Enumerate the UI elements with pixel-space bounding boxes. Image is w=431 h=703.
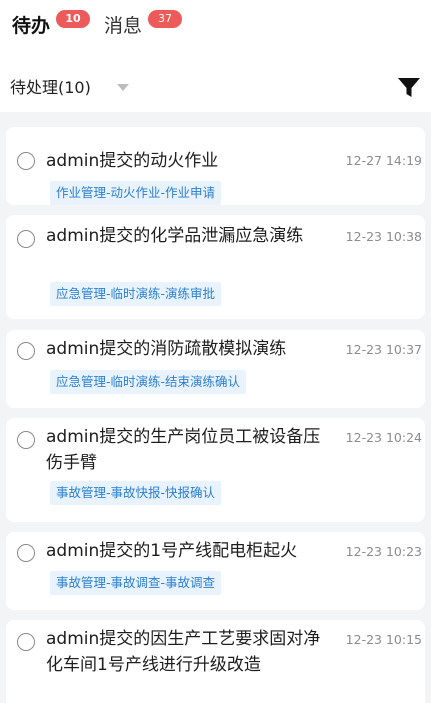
- task-title: admin提交的动火作业: [46, 151, 219, 171]
- task-card[interactable]: admin提交的生产岗位员工被设备压伤手臂 12-23 10:24 事故管理-事…: [6, 418, 425, 522]
- filter-bar: 待处理(10): [0, 70, 431, 108]
- task-title: admin提交的生产岗位员工被设备压伤手臂: [46, 427, 321, 473]
- tab-todo-badge: 10: [56, 10, 90, 28]
- task-path-tag: 应急管理-临时演练-结束演练确认: [50, 370, 247, 394]
- funnel-icon[interactable]: [396, 76, 422, 100]
- radio-unchecked-icon[interactable]: [17, 431, 35, 449]
- task-time: 12-23 10:37: [345, 342, 422, 357]
- radio-unchecked-icon[interactable]: [17, 230, 35, 248]
- task-time: 12-23 10:38: [345, 229, 422, 244]
- task-title: admin提交的消防疏散模拟演练: [46, 339, 287, 359]
- task-card[interactable]: admin提交的动火作业 12-27 14:19 作业管理-动火作业-作业申请: [6, 127, 425, 205]
- task-card[interactable]: admin提交的因生产工艺要求固对净化车间1号产线进行升级改造 12-23 10…: [6, 620, 425, 703]
- task-title: admin提交的1号产线配电柜起火: [46, 541, 298, 561]
- tab-todo[interactable]: 待办 10: [12, 10, 90, 42]
- task-time: 12-23 10:24: [345, 430, 422, 445]
- task-time: 12-23 10:15: [345, 632, 422, 647]
- chevron-down-icon[interactable]: [117, 84, 129, 91]
- radio-unchecked-icon[interactable]: [17, 152, 35, 170]
- tab-todo-label: 待办: [12, 15, 51, 37]
- status-filter-dropdown[interactable]: 待处理(10): [10, 76, 91, 100]
- radio-unchecked-icon[interactable]: [17, 633, 35, 651]
- radio-unchecked-icon[interactable]: [17, 342, 35, 360]
- page-header: 待办 10 消息 37 待处理(10): [0, 0, 431, 112]
- task-time: 12-23 10:23: [345, 544, 422, 559]
- task-card[interactable]: admin提交的1号产线配电柜起火 12-23 10:23 事故管理-事故调查-…: [6, 532, 425, 610]
- tab-messages[interactable]: 消息 37: [104, 10, 182, 42]
- task-card[interactable]: admin提交的化学品泄漏应急演练 12-23 10:38 应急管理-临时演练-…: [6, 215, 425, 319]
- task-time: 12-27 14:19: [345, 153, 422, 168]
- task-path-tag: 作业管理-动火作业-作业申请: [50, 181, 222, 205]
- tab-messages-badge: 37: [148, 10, 182, 28]
- task-title: admin提交的因生产工艺要求固对净化车间1号产线进行升级改造: [46, 629, 321, 675]
- tab-messages-label: 消息: [104, 15, 143, 37]
- task-path-tag: 事故管理-事故快报-快报确认: [50, 481, 222, 505]
- task-path-tag: 事故管理-事故调查-事故调查: [50, 571, 222, 595]
- task-title: admin提交的化学品泄漏应急演练: [46, 226, 304, 246]
- radio-unchecked-icon[interactable]: [17, 544, 35, 562]
- task-card[interactable]: admin提交的消防疏散模拟演练 12-23 10:37 应急管理-临时演练-结…: [6, 330, 425, 408]
- task-path-tag: 应急管理-临时演练-演练审批: [50, 282, 222, 306]
